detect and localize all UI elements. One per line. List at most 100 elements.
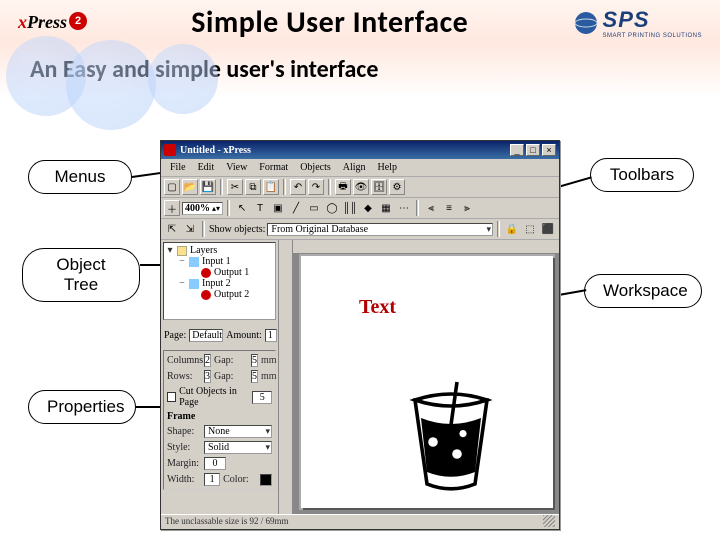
callout-properties: Properties [28,390,136,424]
titlebar[interactable]: Untitled - xPress _ □ × [161,141,559,159]
frame-section: Frame [167,411,195,422]
align-left-icon[interactable]: ⫷ [423,200,439,216]
rows-label: Rows: [167,371,201,382]
tree-item[interactable]: −Input 2 [166,278,273,289]
menu-objects[interactable]: Objects [295,161,336,174]
tool-image-icon[interactable]: ▣ [270,200,286,216]
redo-icon[interactable]: ↷ [308,179,324,195]
align-right-icon[interactable]: ⫸ [459,200,475,216]
gap-input[interactable]: 5 [251,354,258,367]
tree-item[interactable]: Output 2 [166,289,273,300]
objects-dropdown[interactable]: From Original Database [267,223,493,236]
tool-barcode-icon[interactable]: ║║ [342,200,358,216]
separator [220,179,223,195]
minimize-button[interactable]: _ [510,144,524,156]
open-icon[interactable]: 📂 [182,179,198,195]
gap2-input[interactable]: 5 [251,370,258,383]
rows-input[interactable]: 3 [204,370,211,383]
print-icon[interactable]: 🖶 [335,179,351,195]
menu-help[interactable]: Help [373,161,402,174]
layer-up-icon[interactable]: ⇱ [164,221,180,237]
separator [416,200,419,216]
preview-icon[interactable]: 👁 [353,179,369,195]
menu-align[interactable]: Align [338,161,371,174]
align-center-icon[interactable]: ≡ [441,200,457,216]
menu-view[interactable]: View [221,161,252,174]
vertical-ruler [279,240,293,514]
tool-line-icon[interactable]: ╱ [288,200,304,216]
separator [497,221,500,237]
tree-root[interactable]: ▾Layers [166,245,273,256]
toolbar-objects: ⇱ ⇲ Show objects: From Original Database… [161,219,559,240]
settings-icon[interactable]: ⚙ [389,179,405,195]
status-text: The unclassable size is 92 / 69mm [165,516,288,526]
zoom-field[interactable]: 400%▴▾ [182,202,223,215]
canvas[interactable]: Text [299,254,555,510]
amount-label: Amount: [226,330,262,341]
copy-icon[interactable]: ⧉ [245,179,261,195]
badge-2-icon: 2 [69,12,87,30]
width-input[interactable]: 1 [204,473,220,486]
cut-label: Cut Objects in Page [179,386,249,408]
tool-pointer-icon[interactable]: ↖ [234,200,250,216]
separator [227,200,230,216]
db-icon[interactable]: 🗄 [371,179,387,195]
menu-edit[interactable]: Edit [193,161,220,174]
page-field[interactable]: Default [189,329,223,342]
cut-input[interactable]: 5 [252,391,272,404]
tree-item[interactable]: −Input 1 [166,256,273,267]
ungroup-icon[interactable]: ⬛ [540,221,556,237]
menu-file[interactable]: File [165,161,191,174]
drink-glass-image[interactable] [391,376,511,496]
cut-checkbox[interactable] [167,392,176,402]
style-dropdown[interactable]: Solid [204,441,272,454]
tree-item[interactable]: Output 1 [166,267,273,278]
color-label: Color: [223,474,257,485]
horizontal-ruler [293,240,559,254]
tool-ellipse-icon[interactable]: ◯ [324,200,340,216]
callout-toolbars: Toolbars [590,158,694,192]
layer-down-icon[interactable]: ⇲ [182,221,198,237]
cut-icon[interactable]: ✂ [227,179,243,195]
close-button[interactable]: × [542,144,556,156]
callout-workspace: Workspace [584,274,702,308]
shape-dropdown[interactable]: None [204,425,272,438]
output-icon [201,290,211,300]
group-icon[interactable]: ⬚ [522,221,538,237]
separator [328,179,331,195]
app-icon [164,144,176,156]
page-surface[interactable]: Text [301,256,553,508]
color-swatch[interactable] [260,474,272,486]
save-icon[interactable]: 💾 [200,179,216,195]
app-window: Untitled - xPress _ □ × File Edit View F… [160,140,560,530]
unit-label: mm [261,355,277,366]
undo-icon[interactable]: ↶ [290,179,306,195]
lock-icon[interactable]: 🔒 [504,221,520,237]
object-tree[interactable]: ▾Layers −Input 1 Output 1 −Input 2 Outpu… [163,242,276,320]
text-object[interactable]: Text [359,296,396,319]
left-pane: ▾Layers −Input 1 Output 1 −Input 2 Outpu… [161,240,279,514]
callout-object-tree: Object Tree [22,248,140,302]
gap2-label: Gap: [214,371,248,382]
tool-rect-icon[interactable]: ▭ [306,200,322,216]
tool-shape-icon[interactable]: ◆ [360,200,376,216]
columns-input[interactable]: 2 [204,354,211,367]
tool-table-icon[interactable]: ▦ [378,200,394,216]
margin-input[interactable]: 0 [204,457,226,470]
menu-format[interactable]: Format [254,161,293,174]
menubar: File Edit View Format Objects Align Help [161,159,559,177]
toolbar-main: ▢ 📂 💾 ✂ ⧉ 📋 ↶ ↷ 🖶 👁 🗄 ⚙ [161,177,559,198]
amount-field[interactable]: 1 [265,329,277,342]
properties-panel: Columns: 2 Gap: 5 mm Rows: 3 Gap: 5 mm C… [163,350,276,490]
tool-more-icon[interactable]: ⋯ [396,200,412,216]
layers-icon [177,246,187,256]
style-label: Style: [167,442,201,453]
workspace: Text [279,240,559,514]
separator [283,179,286,195]
tool-text-icon[interactable]: T [252,200,268,216]
new-icon[interactable]: ▢ [164,179,180,195]
paste-icon[interactable]: 📋 [263,179,279,195]
zoom-out-icon[interactable]: ＋ [164,200,180,216]
maximize-button[interactable]: □ [526,144,540,156]
resize-grip-icon[interactable] [543,515,555,527]
